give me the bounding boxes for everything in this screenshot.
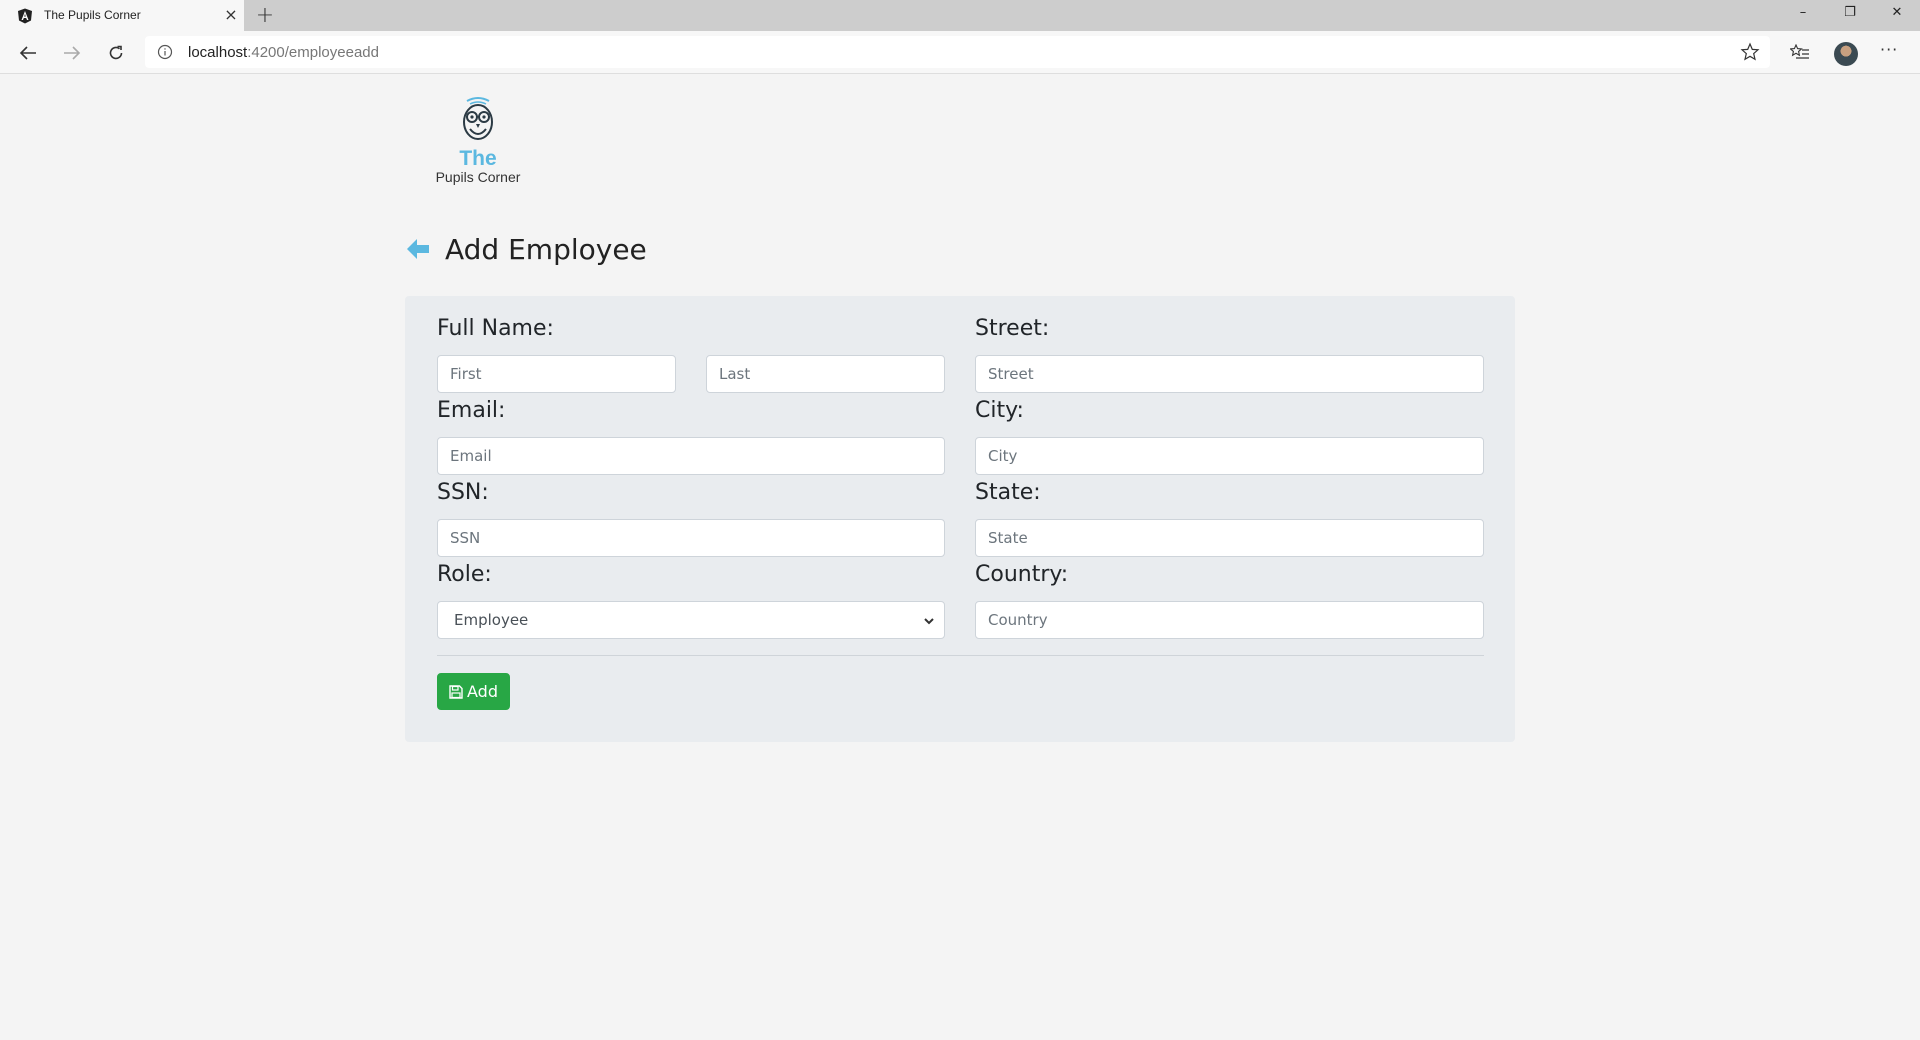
info-icon[interactable]: [157, 44, 173, 60]
url-path: :4200/employeeadd: [247, 44, 379, 61]
add-button[interactable]: Add: [437, 673, 510, 710]
owl-logo-icon: [463, 97, 493, 140]
favorite-star-icon[interactable]: [1740, 42, 1760, 62]
street-input[interactable]: [975, 355, 1484, 393]
logo-the-text: The: [459, 147, 497, 170]
save-icon: [449, 684, 463, 699]
role-label: Role:: [437, 562, 492, 587]
reload-icon: [109, 45, 123, 60]
chevron-down-icon: [924, 618, 934, 625]
page-title: Add Employee: [445, 232, 647, 266]
email-label: Email:: [437, 398, 506, 423]
back-arrow-icon: [19, 46, 36, 60]
close-window-button[interactable]: ✕: [1874, 0, 1920, 28]
more-menu-icon[interactable]: ···: [1880, 40, 1898, 59]
last-name-input[interactable]: [706, 355, 945, 393]
favorites-list-icon: [1790, 44, 1809, 59]
country-label: Country:: [975, 562, 1069, 587]
minimize-button[interactable]: –: [1780, 0, 1826, 28]
logo-subtitle: Pupils Corner: [435, 169, 521, 185]
page-header: Add Employee: [405, 228, 647, 270]
logo: The Pupils Corner: [428, 95, 528, 185]
city-label: City:: [975, 398, 1024, 423]
browser-tab[interactable]: The Pupils Corner ×: [0, 0, 244, 31]
role-select-value: Employee: [454, 611, 529, 629]
email-input[interactable]: [437, 437, 945, 475]
role-select[interactable]: Employee: [437, 601, 945, 639]
address-bar[interactable]: localhost:4200/employeeadd: [145, 36, 1770, 68]
favorites-button[interactable]: [1786, 40, 1814, 66]
reload-button[interactable]: [102, 40, 130, 66]
first-name-input[interactable]: [437, 355, 676, 393]
back-arrow-icon[interactable]: [405, 236, 431, 262]
tab-title: The Pupils Corner: [44, 8, 141, 22]
forward-arrow-icon: [64, 46, 81, 60]
tab-close-icon[interactable]: ×: [222, 6, 240, 24]
back-button[interactable]: [14, 40, 42, 66]
ssn-input[interactable]: [437, 519, 945, 557]
state-input[interactable]: [975, 519, 1484, 557]
add-button-label: Add: [467, 682, 498, 701]
city-input[interactable]: [975, 437, 1484, 475]
browser-toolbar: localhost:4200/employeeadd: [0, 31, 1920, 74]
employee-form: Full Name: Email: SSN: Role: Employee St…: [405, 296, 1515, 742]
street-label: Street:: [975, 316, 1050, 341]
full-name-label: Full Name:: [437, 316, 554, 341]
angular-icon: [18, 8, 32, 24]
profile-avatar[interactable]: [1834, 42, 1858, 66]
country-input[interactable]: [975, 601, 1484, 639]
ssn-label: SSN:: [437, 480, 489, 505]
tab-strip: The Pupils Corner × + – ❐ ✕: [0, 0, 1920, 31]
url-host: localhost: [188, 44, 248, 61]
url-text[interactable]: localhost:4200/employeeadd: [188, 44, 379, 61]
form-divider: [437, 655, 1484, 656]
state-label: State:: [975, 480, 1041, 505]
forward-button[interactable]: [58, 40, 86, 66]
restore-button[interactable]: ❐: [1827, 0, 1873, 28]
new-tab-button[interactable]: +: [253, 4, 277, 28]
